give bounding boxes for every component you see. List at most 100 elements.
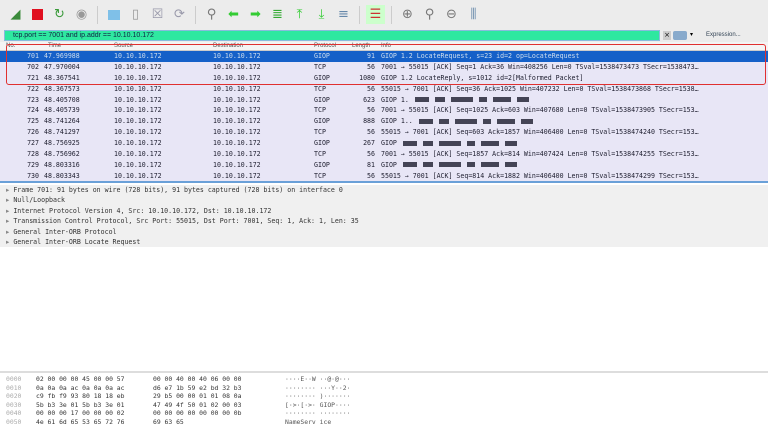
detail-tree-item[interactable]: ▸ Transmission Control Protocol, Src Port…: [0, 216, 768, 227]
column-header-source[interactable]: Source: [114, 43, 133, 49]
resize-columns-icon[interactable]: ⫼: [464, 5, 483, 24]
hex-b1[interactable]: 02 00 00 00 45 00 00 57: [36, 375, 125, 384]
column-header-info[interactable]: Info: [381, 43, 391, 49]
hex-asc[interactable]: ····E··W ··@·@···: [285, 375, 350, 384]
hex-b1[interactable]: c9 fb f9 93 80 18 18 eb: [36, 392, 125, 401]
expand-arrow-icon[interactable]: ▸: [6, 217, 9, 225]
hex-b1[interactable]: 5b b3 3e 01 5b b3 3e 01: [36, 401, 125, 410]
hex-asc[interactable]: NameServ ice: [285, 418, 331, 427]
expand-arrow-icon[interactable]: ▸: [6, 228, 9, 236]
save-file-icon[interactable]: ▯: [126, 5, 145, 24]
apply-filter-button[interactable]: [673, 31, 687, 40]
hex-b1[interactable]: 0a 0a 0a ac 0a 0a 0a ac: [36, 384, 125, 393]
redaction-block: [520, 118, 533, 124]
hex-off[interactable]: 0050: [6, 418, 21, 427]
column-header-destination[interactable]: Destination: [213, 43, 243, 49]
shark-fin-start-icon[interactable]: ◢: [6, 5, 25, 24]
packet-row[interactable]: 721 48.367541 10.10.10.172 10.10.10.172 GIOP…: [0, 73, 768, 84]
options-gear-icon[interactable]: ◉: [72, 5, 91, 24]
redaction-block: [414, 97, 429, 103]
forward-arrow-icon[interactable]: ➡: [246, 5, 265, 24]
expression-button[interactable]: Expression...: [706, 30, 741, 41]
back-arrow-icon[interactable]: ⬅: [224, 5, 243, 24]
detail-tree-item[interactable]: ▸ General Inter-ORB Locate Request: [0, 237, 768, 248]
packet-src: 10.10.10.172: [114, 84, 162, 93]
packet-time: 48.367541: [44, 73, 80, 82]
hex-b2[interactable]: 69 63 65: [153, 418, 184, 427]
detail-label: General Inter-ORB Protocol: [13, 227, 117, 236]
redaction-block: [466, 140, 475, 146]
packet-len: 81: [367, 160, 375, 169]
hex-off[interactable]: 0020: [6, 392, 21, 401]
packet-row[interactable]: 725 48.741264 10.10.10.172 10.10.10.172 GIOP…: [0, 116, 768, 127]
packet-row[interactable]: 724 48.405739 10.10.10.172 10.10.10.172 TCP 5…: [0, 105, 768, 116]
reload-icon[interactable]: ⟳: [170, 5, 189, 24]
packet-row[interactable]: 722 48.367573 10.10.10.172 10.10.10.172 TCP 5…: [0, 84, 768, 95]
detail-tree-item[interactable]: ▸ Null/Loopback: [0, 195, 768, 206]
detail-tree-item[interactable]: ▸ Frame 701: 91 bytes on wire (728 bits),…: [0, 185, 768, 196]
expand-arrow-icon[interactable]: ▸: [6, 196, 9, 204]
stop-icon[interactable]: [28, 5, 47, 24]
hex-b2[interactable]: 47 49 4f 50 01 02 00 03: [153, 401, 242, 410]
expand-arrow-icon[interactable]: ▸: [6, 186, 9, 194]
detail-label: Internet Protocol Version 4, Src: 10.10.…: [13, 206, 272, 215]
packet-row[interactable]: 730 48.803343 10.10.10.172 10.10.10.172 TCP 5…: [0, 171, 768, 182]
detail-tree-item[interactable]: ▸ Internet Protocol Version 4, Src: 10.10…: [0, 205, 768, 217]
find-icon[interactable]: ⚲: [202, 5, 221, 24]
redaction-block: [438, 118, 449, 124]
packet-row[interactable]: 728 48.756962 10.10.10.172 10.10.10.172 TCP 5…: [0, 149, 768, 160]
column-header-no[interactable]: No.: [6, 43, 15, 49]
hex-off[interactable]: 0010: [6, 384, 21, 393]
hex-b1[interactable]: 4e 61 6d 65 53 65 72 76: [36, 418, 125, 427]
packet-dst: 10.10.10.172: [213, 106, 261, 115]
packet-row[interactable]: 723 48.405708 10.10.10.172 10.10.10.172 GIOP…: [0, 95, 768, 106]
zoom-out-icon[interactable]: ⚲: [420, 5, 439, 24]
packet-src: 10.10.10.172: [114, 95, 162, 104]
display-filter-input[interactable]: tcp.port == 7001 and ip.addr == 10.10.10…: [4, 30, 660, 41]
hex-b2[interactable]: 00 00 00 00 00 00 00 0b: [153, 409, 242, 418]
hex-asc[interactable]: [·>·[·>· GIOP····: [285, 401, 350, 410]
hex-b2[interactable]: 29 b5 00 00 01 01 08 0a: [153, 392, 242, 401]
hex-asc[interactable]: ········ ···Y··2·: [285, 384, 350, 393]
packet-row[interactable]: 701 47.969988 10.10.10.172 10.10.10.172 GIOP…: [0, 51, 768, 62]
packet-len: 56: [367, 84, 375, 93]
detail-tree-item[interactable]: ▸ General Inter-ORB Protocol: [0, 226, 768, 238]
restart-icon[interactable]: ↻: [50, 5, 69, 24]
clear-filter-icon[interactable]: ×: [663, 31, 671, 40]
hex-asc[interactable]: ········ )·······: [285, 392, 350, 401]
packet-row[interactable]: 729 48.803316 10.10.10.172 10.10.10.172 GIOP…: [0, 160, 768, 171]
open-file-icon[interactable]: [104, 5, 123, 24]
redaction-block: [480, 162, 499, 168]
close-file-icon[interactable]: ☒: [148, 5, 167, 24]
zoom-normal-icon[interactable]: ⊖: [442, 5, 461, 24]
column-header-length[interactable]: Length: [352, 43, 370, 49]
hex-off[interactable]: 0000: [6, 375, 21, 384]
packet-len: 56: [367, 150, 375, 159]
expand-arrow-icon[interactable]: ▸: [6, 207, 9, 215]
redaction-block: [492, 97, 511, 103]
go-to-packet-icon[interactable]: ≣: [268, 5, 287, 24]
expand-arrow-icon[interactable]: ▸: [6, 238, 9, 246]
packet-dst: 10.10.10.172: [213, 171, 261, 180]
packet-row[interactable]: 726 48.741297 10.10.10.172 10.10.10.172 TCP 5…: [0, 127, 768, 138]
hex-off[interactable]: 0030: [6, 401, 21, 410]
zoom-in-icon[interactable]: ⊕: [398, 5, 417, 24]
packet-row[interactable]: 727 48.756925 10.10.10.172 10.10.10.172 GIOP…: [0, 138, 768, 149]
colorize-icon[interactable]: ☰: [366, 5, 385, 24]
hex-b2[interactable]: 00 00 40 00 40 06 00 00: [153, 375, 242, 384]
packet-proto: TCP: [314, 150, 326, 159]
packet-no: 721: [27, 73, 39, 82]
detail-label: Null/Loopback: [13, 196, 65, 205]
first-packet-icon[interactable]: ⤒: [290, 5, 309, 24]
column-header-protocol[interactable]: Protocol: [314, 43, 336, 49]
hex-off[interactable]: 0040: [6, 409, 21, 418]
filter-history-dropdown-icon[interactable]: ▾: [690, 31, 693, 38]
hex-asc[interactable]: ········ ········: [285, 409, 350, 418]
hex-b2[interactable]: d6 e7 1b 59 e2 bd 32 b3: [153, 384, 242, 393]
autoscroll-icon[interactable]: ≡: [334, 5, 353, 24]
packet-row[interactable]: 702 47.970004 10.10.10.172 10.10.10.172 TCP 5…: [0, 62, 768, 73]
detail-label: General Inter-ORB Locate Request: [13, 238, 141, 247]
hex-b1[interactable]: 00 00 00 17 00 00 00 02: [36, 409, 125, 418]
column-header-time[interactable]: Time: [48, 43, 61, 49]
last-packet-icon[interactable]: ⤓: [312, 5, 331, 24]
